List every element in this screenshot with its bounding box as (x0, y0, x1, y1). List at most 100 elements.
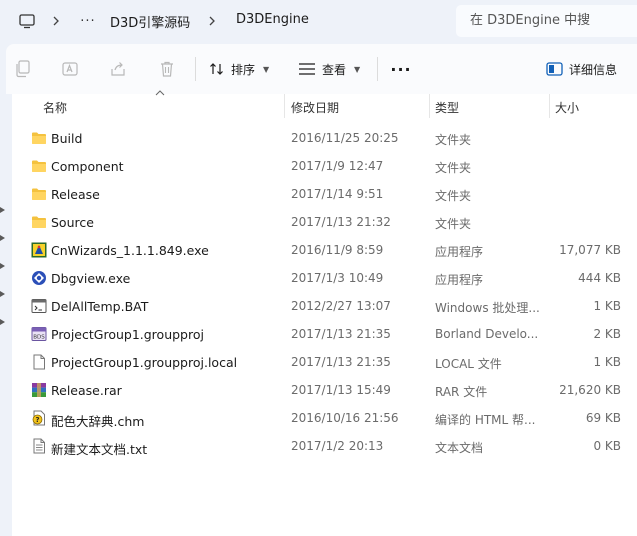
file-size: 1 KB (593, 355, 621, 369)
column-header-name[interactable]: 名称 (43, 99, 67, 116)
file-type: 应用程序 (435, 273, 484, 287)
computer-icon[interactable] (18, 11, 36, 31)
pin-icon (0, 235, 6, 241)
file-size: 2 KB (593, 327, 621, 341)
view-list-icon (299, 63, 315, 75)
file-type: 编译的 HTML 帮... (435, 413, 536, 427)
breadcrumb-item[interactable]: D3DEngine (236, 12, 309, 27)
folder-icon (31, 130, 47, 146)
share-icon[interactable] (107, 58, 129, 80)
file-name: 新建文本文档.txt (51, 442, 148, 457)
file-name: ProjectGroup1.groupproj (51, 327, 204, 342)
toolbar-divider (377, 57, 378, 81)
details-pane-button[interactable]: 详细信息 (546, 58, 617, 80)
file-row[interactable]: Source 2017/1/13 21:32 文件夹 (12, 208, 637, 236)
file-date: 2017/1/2 20:13 (291, 439, 384, 453)
file-date: 2016/10/16 21:56 (291, 411, 399, 425)
file-type: Windows 批处理... (435, 301, 540, 315)
file-type: 文本文档 (435, 441, 484, 455)
pin-icon (0, 319, 6, 325)
bds-project-icon: BDS (31, 326, 47, 342)
file-name: Release.rar (51, 383, 122, 398)
file-name: DelAllTemp.BAT (51, 299, 149, 314)
file-name: Release (51, 187, 100, 202)
file-name: 配色大辞典.chm (51, 414, 145, 429)
pin-icon (0, 263, 6, 269)
chevron-down-icon: ▼ (263, 64, 270, 74)
blank-file-icon (31, 354, 47, 370)
file-date: 2017/1/9 12:47 (291, 159, 384, 173)
file-size: 0 KB (593, 439, 621, 453)
rename-icon[interactable] (59, 58, 81, 80)
file-row[interactable]: CnWizards_1.1.1.849.exe 2016/11/9 8:59 应… (12, 236, 637, 264)
svg-text:?: ? (35, 416, 39, 424)
view-label: 查看 (322, 62, 347, 77)
file-row[interactable]: DelAllTemp.BAT 2012/2/27 13:07 Windows 批… (12, 292, 637, 320)
file-size: 444 KB (578, 271, 621, 285)
file-type: LOCAL 文件 (435, 357, 502, 371)
file-date: 2012/2/27 13:07 (291, 299, 391, 313)
file-row[interactable]: Release.rar 2017/1/13 15:49 RAR 文件 21,62… (12, 376, 637, 404)
wizard-exe-icon (31, 242, 47, 258)
pin-icon (0, 291, 6, 297)
file-size: 21,620 KB (559, 383, 621, 397)
sort-button[interactable]: 排序 ▼ (209, 58, 269, 80)
file-type: 文件夹 (435, 189, 472, 203)
column-divider[interactable] (549, 94, 550, 118)
batch-file-icon (31, 298, 47, 314)
details-label: 详细信息 (569, 62, 618, 77)
address-bar: ··· D3D引擎源码 D3DEngine 在 D3DEngine 中搜 (0, 0, 637, 44)
column-header-size[interactable]: 大小 (555, 99, 579, 116)
column-header-date[interactable]: 修改日期 (291, 99, 339, 116)
file-row[interactable]: Component 2017/1/9 12:47 文件夹 (12, 152, 637, 180)
file-name: Dbgview.exe (51, 271, 131, 286)
chm-help-icon: ? (31, 410, 47, 426)
more-options-button[interactable]: ··· (390, 58, 412, 80)
file-size: 17,077 KB (559, 243, 621, 257)
file-name: ProjectGroup1.groupproj.local (51, 355, 238, 370)
delete-icon[interactable] (156, 58, 178, 80)
text-file-icon (31, 438, 47, 454)
column-header-row: 名称 修改日期 类型 大小 (12, 90, 637, 118)
file-row[interactable]: BDS ProjectGroup1.groupproj 2017/1/13 21… (12, 320, 637, 348)
folder-icon (31, 186, 47, 202)
column-divider[interactable] (429, 94, 430, 118)
breadcrumb-overflow-button[interactable]: ··· (78, 11, 98, 31)
sort-label: 排序 (231, 62, 256, 77)
toolbar-divider (195, 57, 196, 81)
file-size: 1 KB (593, 299, 621, 313)
file-date: 2017/1/3 10:49 (291, 271, 384, 285)
file-name: Source (51, 215, 94, 230)
file-date: 2017/1/13 21:35 (291, 327, 391, 341)
file-row[interactable]: ProjectGroup1.groupproj.local 2017/1/13 … (12, 348, 637, 376)
file-row[interactable]: Release 2017/1/14 9:51 文件夹 (12, 180, 637, 208)
column-header-type[interactable]: 类型 (435, 99, 459, 116)
sort-icon (210, 63, 223, 75)
column-divider[interactable] (284, 94, 285, 118)
file-date: 2016/11/9 8:59 (291, 243, 384, 257)
file-name: Build (51, 131, 83, 146)
details-pane-icon (546, 62, 563, 76)
file-row[interactable]: 新建文本文档.txt 2017/1/2 20:13 文本文档 0 KB (12, 432, 637, 460)
file-date: 2017/1/13 21:35 (291, 355, 391, 369)
dbgview-exe-icon (31, 270, 47, 286)
file-date: 2017/1/13 21:32 (291, 215, 391, 229)
copy-icon[interactable] (12, 58, 34, 80)
file-row[interactable]: ? 配色大辞典.chm 2016/10/16 21:56 编译的 HTML 帮.… (12, 404, 637, 432)
breadcrumb-item[interactable]: D3D引擎源码 (110, 12, 190, 31)
file-type: 文件夹 (435, 217, 472, 231)
file-row[interactable]: Build 2016/11/25 20:25 文件夹 (12, 124, 637, 152)
breadcrumb-separator-icon[interactable] (50, 11, 62, 31)
folder-icon (31, 214, 47, 230)
breadcrumb-separator-icon[interactable] (206, 11, 218, 31)
file-name: CnWizards_1.1.1.849.exe (51, 243, 209, 258)
search-input[interactable]: 在 D3DEngine 中搜 (456, 5, 637, 37)
view-button[interactable]: 查看 ▼ (298, 58, 360, 80)
file-row[interactable]: Dbgview.exe 2017/1/3 10:49 应用程序 444 KB (12, 264, 637, 292)
file-name: Component (51, 159, 124, 174)
file-type: 文件夹 (435, 161, 472, 175)
file-type: RAR 文件 (435, 385, 488, 399)
pin-icon (0, 207, 6, 213)
sort-ascending-icon (155, 88, 165, 99)
svg-text:BDS: BDS (33, 335, 45, 341)
